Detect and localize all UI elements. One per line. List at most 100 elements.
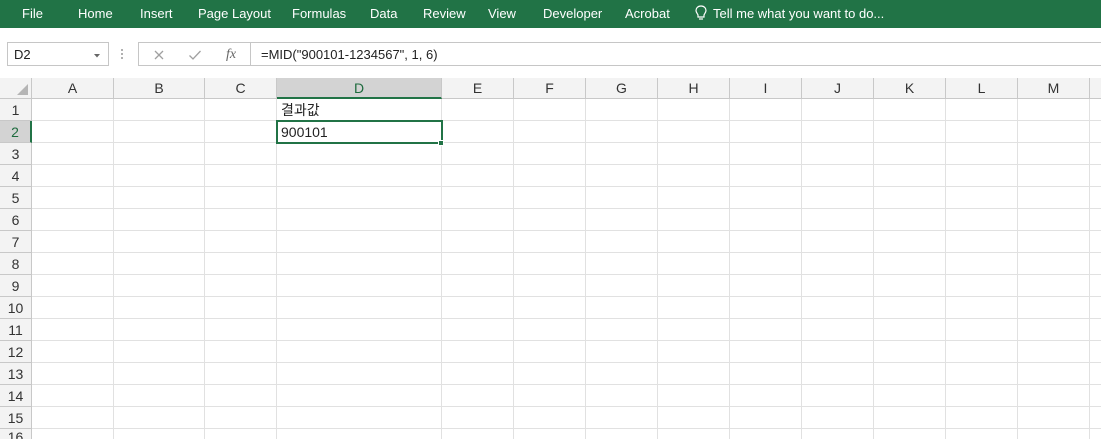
grid-cell[interactable] <box>277 297 442 319</box>
grid-cell[interactable] <box>114 429 205 439</box>
grid-cell[interactable] <box>442 121 514 143</box>
grid-cell[interactable] <box>442 99 514 121</box>
grid-cell[interactable] <box>277 187 442 209</box>
select-all-button[interactable] <box>0 78 32 99</box>
grid-cell[interactable] <box>277 209 442 231</box>
tab-file[interactable]: File <box>22 6 43 21</box>
grid-cell[interactable] <box>514 275 586 297</box>
grid-cell[interactable] <box>1018 319 1090 341</box>
grid-cell[interactable] <box>32 231 114 253</box>
grid-cell[interactable] <box>442 231 514 253</box>
row-header-8[interactable]: 8 <box>0 253 32 275</box>
grid-cell[interactable] <box>1018 275 1090 297</box>
fill-handle[interactable] <box>438 140 444 146</box>
grid-cell[interactable] <box>802 297 874 319</box>
grid-cell[interactable] <box>514 253 586 275</box>
grid-cell[interactable] <box>514 407 586 429</box>
grid-cell[interactable] <box>277 407 442 429</box>
grid-cell[interactable] <box>874 341 946 363</box>
grid-cell[interactable] <box>1090 253 1101 275</box>
grid-cell[interactable] <box>730 143 802 165</box>
grid-cell[interactable] <box>586 165 658 187</box>
row-header-15[interactable]: 15 <box>0 407 32 429</box>
grid-cell[interactable] <box>586 407 658 429</box>
grid-cell[interactable] <box>802 407 874 429</box>
grid-cell[interactable] <box>114 407 205 429</box>
grid-cell[interactable] <box>874 231 946 253</box>
grid-cell[interactable] <box>802 429 874 439</box>
grid-cell[interactable] <box>730 429 802 439</box>
row-header-6[interactable]: 6 <box>0 209 32 231</box>
grid-cell[interactable] <box>874 253 946 275</box>
grid-cell[interactable] <box>277 429 442 439</box>
grid-cell[interactable] <box>205 407 277 429</box>
grid-cell[interactable] <box>114 297 205 319</box>
grid-cell[interactable] <box>658 165 730 187</box>
grid-cell[interactable] <box>658 275 730 297</box>
tab-home[interactable]: Home <box>78 6 113 21</box>
grid-cell[interactable] <box>874 385 946 407</box>
grid-cell[interactable] <box>205 121 277 143</box>
grid-cell[interactable] <box>114 319 205 341</box>
grid-cell[interactable] <box>874 99 946 121</box>
row-header-7[interactable]: 7 <box>0 231 32 253</box>
grid-cell[interactable] <box>874 165 946 187</box>
grid-cell[interactable] <box>1018 121 1090 143</box>
column-header-d[interactable]: D <box>277 78 442 99</box>
grid-cell[interactable] <box>114 363 205 385</box>
grid-cell[interactable] <box>205 187 277 209</box>
grid-cell[interactable] <box>1018 363 1090 385</box>
grid-cell[interactable] <box>802 231 874 253</box>
grid-cell[interactable] <box>1090 319 1101 341</box>
grid-cell[interactable] <box>32 385 114 407</box>
column-header-c[interactable]: C <box>205 78 277 99</box>
grid-cell[interactable] <box>730 187 802 209</box>
grid-cell[interactable] <box>1018 385 1090 407</box>
grid-cell[interactable] <box>586 275 658 297</box>
grid-cell[interactable] <box>730 165 802 187</box>
row-header-2[interactable]: 2 <box>0 121 32 143</box>
grid-cell[interactable] <box>1090 297 1101 319</box>
grid-cell[interactable] <box>658 143 730 165</box>
grid-cell[interactable] <box>205 275 277 297</box>
grid-cell[interactable] <box>32 341 114 363</box>
name-box[interactable]: D2 <box>7 42 109 66</box>
column-header-f[interactable]: F <box>514 78 586 99</box>
grid-cell[interactable] <box>514 121 586 143</box>
grid-cell[interactable] <box>205 319 277 341</box>
grid-cell[interactable] <box>946 297 1018 319</box>
grid-cell[interactable] <box>1018 253 1090 275</box>
tab-formulas[interactable]: Formulas <box>292 6 346 21</box>
column-header-a[interactable]: A <box>32 78 114 99</box>
grid-cell[interactable] <box>946 165 1018 187</box>
grid-cell[interactable] <box>1090 165 1101 187</box>
grid-cell[interactable] <box>1090 231 1101 253</box>
row-header-1[interactable]: 1 <box>0 99 32 121</box>
grid-cell[interactable] <box>946 253 1018 275</box>
grid-cell[interactable] <box>442 385 514 407</box>
cell-d1[interactable]: 결과값 <box>277 99 442 121</box>
grid-cell[interactable] <box>32 99 114 121</box>
grid-cell[interactable] <box>946 99 1018 121</box>
tab-developer[interactable]: Developer <box>543 6 602 21</box>
grid-cell[interactable] <box>442 363 514 385</box>
grid-cell[interactable] <box>946 385 1018 407</box>
grid-cell[interactable] <box>1090 209 1101 231</box>
grid-cell[interactable] <box>514 209 586 231</box>
grid-cell[interactable] <box>586 209 658 231</box>
grid-cell[interactable] <box>205 297 277 319</box>
grid-cell[interactable] <box>874 275 946 297</box>
grid-cell[interactable] <box>277 363 442 385</box>
grid-cell[interactable] <box>114 341 205 363</box>
column-header-g[interactable]: G <box>586 78 658 99</box>
grid-cell[interactable] <box>730 363 802 385</box>
grid-cell[interactable] <box>1090 407 1101 429</box>
grid-cell[interactable] <box>114 143 205 165</box>
row-header-5[interactable]: 5 <box>0 187 32 209</box>
grid-cell[interactable] <box>946 429 1018 439</box>
grid-cell[interactable] <box>946 341 1018 363</box>
grid-cell[interactable] <box>442 429 514 439</box>
grid-cell[interactable] <box>277 253 442 275</box>
grid-cell[interactable] <box>946 319 1018 341</box>
grid-cell[interactable] <box>1090 275 1101 297</box>
